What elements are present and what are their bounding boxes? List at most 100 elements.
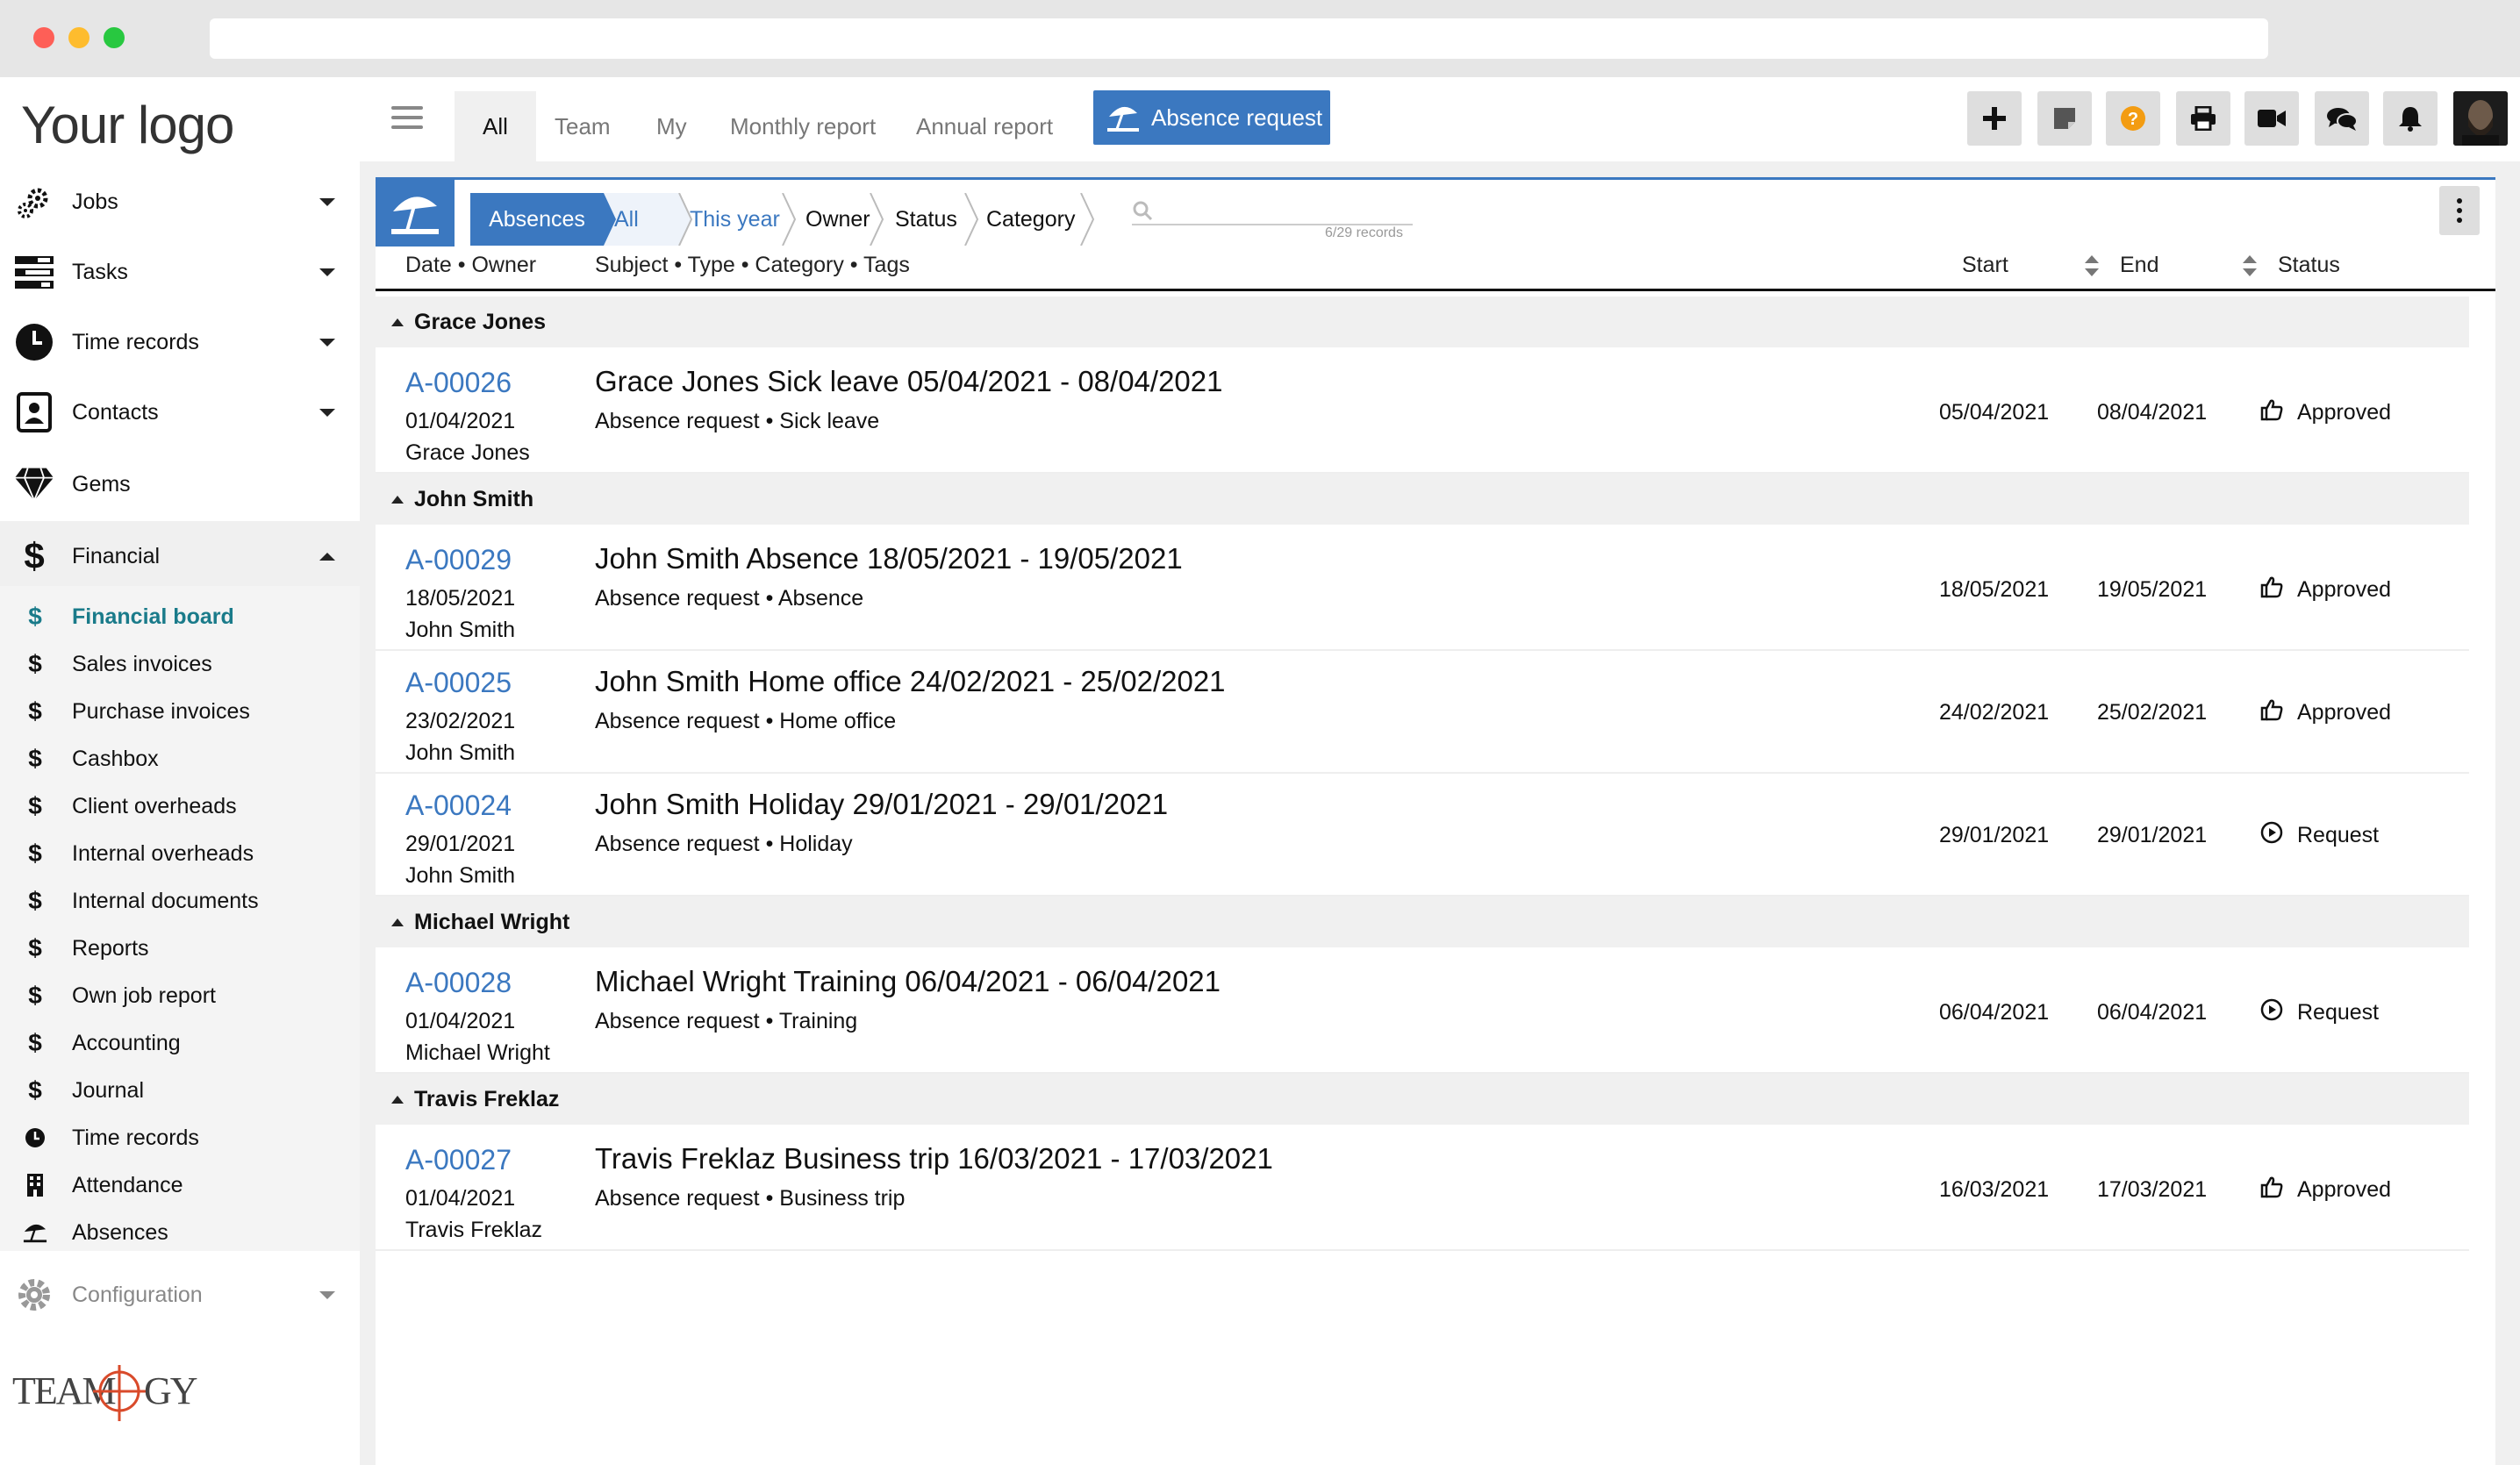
record-date: 01/04/2021 [405,1009,516,1033]
collapse-caret-icon[interactable] [391,918,404,926]
filter-module-absences[interactable]: Absences [470,193,604,246]
more-options-button[interactable] [2439,186,2480,235]
table-row[interactable]: A-00028 01/04/2021 Michael Wright Michael W… [376,951,2469,1074]
sidebar-subitem-reports[interactable]: $ Reports [0,925,360,972]
column-header-subject[interactable]: Subject • Type • Category • Tags [595,253,910,278]
minimize-window-icon[interactable] [68,27,89,48]
group-header[interactable]: John Smith [376,474,2469,525]
table-row[interactable]: A-00024 29/01/2021 John Smith John Smith Ho… [376,774,2469,897]
group-owner-name: John Smith [414,486,534,511]
group-header[interactable]: Travis Freklaz [376,1074,2469,1125]
record-id-link[interactable]: A-00024 [405,790,512,822]
tab-my[interactable]: My [656,91,687,161]
sort-icon[interactable] [2085,255,2099,276]
sidebar-subitem-internal-overheads[interactable]: $ Internal overheads [0,830,360,877]
record-subject[interactable]: John Smith Absence 18/05/2021 - 19/05/20… [595,542,1183,575]
column-header-end[interactable]: End [2120,253,2158,278]
record-id-link[interactable]: A-00028 [405,967,512,999]
sidebar-item-jobs[interactable]: Jobs [0,167,360,237]
filter-category[interactable]: Category [986,193,1075,246]
chat-button[interactable] [2315,91,2369,146]
sidebar-subitem-absences[interactable]: Absences [0,1209,360,1256]
sidebar-subitem-financial-board[interactable]: $ Financial board [0,593,360,640]
tab-team[interactable]: Team [555,91,611,161]
address-bar[interactable] [210,18,2268,59]
record-subject[interactable]: John Smith Holiday 29/01/2021 - 29/01/20… [595,788,1168,821]
record-subject[interactable]: Grace Jones Sick leave 05/04/2021 - 08/0… [595,365,1222,398]
sidebar-subitem-accounting[interactable]: $ Accounting [0,1019,360,1067]
table-row[interactable]: A-00025 23/02/2021 John Smith John Smith Ho… [376,651,2469,774]
record-subject[interactable]: Travis Freklaz Business trip 16/03/2021 … [595,1142,1273,1176]
table-row[interactable]: A-00026 01/04/2021 Grace Jones Grace Jones … [376,351,2469,474]
table-row[interactable]: A-00027 01/04/2021 Travis Freklaz Travis Fr… [376,1128,2469,1251]
column-header-status[interactable]: Status [2278,253,2340,278]
sidebar-subitem-internal-documents[interactable]: $ Internal documents [0,877,360,925]
collapse-caret-icon[interactable] [391,1095,404,1104]
record-type-category: Absence request • Holiday [595,832,853,856]
tab-annual-report[interactable]: Annual report [916,91,1053,161]
record-subject[interactable]: Michael Wright Training 06/04/2021 - 06/… [595,965,1221,998]
record-id-link[interactable]: A-00029 [405,544,512,576]
sidebar-item-configuration[interactable]: Configuration [0,1260,360,1330]
notes-button[interactable] [2037,91,2092,146]
sidebar-subitem-time-records[interactable]: Time records [0,1114,360,1161]
sidebar-subitem-label: Own job report [72,983,216,1008]
sort-icon[interactable] [2243,255,2257,276]
dollar-icon: $ [28,603,42,630]
avatar[interactable] [2453,91,2508,146]
absence-request-button[interactable]: Absence request [1093,90,1330,145]
sidebar-subitem-label: Attendance [72,1172,183,1197]
column-header-date-owner[interactable]: Date • Owner [405,253,536,278]
sidebar-subitem-journal[interactable]: $ Journal [0,1067,360,1114]
tab-all[interactable]: All [455,91,536,161]
teamogy-logo: TEAM GY [12,1358,214,1428]
sidebar-subitem-own-job-report[interactable]: $ Own job report [0,972,360,1019]
record-owner: John Smith [405,863,516,888]
thumbs-up-icon [2260,575,2283,598]
sidebar-subitem-purchase-invoices[interactable]: $ Purchase invoices [0,688,360,735]
column-header-start[interactable]: Start [1962,253,2008,278]
sidebar-item-time-records[interactable]: Time records [0,307,360,377]
notifications-button[interactable] [2383,91,2438,146]
collapse-caret-icon[interactable] [391,318,404,326]
group-header[interactable]: Michael Wright [376,897,2469,947]
help-button[interactable]: ? [2106,91,2160,146]
search-icon[interactable] [1132,200,1153,221]
tab-monthly-report[interactable]: Monthly report [730,91,876,161]
thumbs-up-icon [2260,698,2283,721]
video-icon [2258,109,2286,128]
sidebar-subitem-client-overheads[interactable]: $ Client overheads [0,783,360,830]
add-button[interactable] [1967,91,2022,146]
print-button[interactable] [2176,91,2230,146]
video-button[interactable] [2244,91,2299,146]
brand-logo[interactable]: Your logo [21,95,234,155]
record-id-link[interactable]: A-00025 [405,667,512,699]
sidebar-item-tasks[interactable]: Tasks [0,237,360,307]
sidebar-subitem-sales-invoices[interactable]: $ Sales invoices [0,640,360,688]
sidebar-item-financial[interactable]: $ Financial [0,521,360,591]
record-id-link[interactable]: A-00026 [405,367,512,399]
sidebar-item-label: Tasks [72,259,128,284]
diamond-icon [14,464,54,504]
table-row[interactable]: A-00029 18/05/2021 John Smith John Smith Ab… [376,528,2469,651]
help-icon: ? [2120,105,2146,132]
hamburger-menu-icon[interactable] [391,106,423,132]
close-window-icon[interactable] [33,27,54,48]
sidebar-item-gems[interactable]: Gems [0,449,360,519]
collapse-caret-icon[interactable] [391,495,404,504]
record-status: Approved [2297,400,2392,425]
filter-this-year[interactable]: This year [690,193,780,246]
sidebar-subitem-cashbox[interactable]: $ Cashbox [0,735,360,783]
chevron-down-icon [319,197,335,206]
record-end-date: 25/02/2021 [2097,700,2208,725]
filter-owner[interactable]: Owner [805,193,870,246]
record-id-link[interactable]: A-00027 [405,1144,512,1176]
sidebar-item-contacts[interactable]: Contacts [0,377,360,447]
group-header[interactable]: Grace Jones [376,297,2469,347]
contacts-icon [14,392,54,432]
maximize-window-icon[interactable] [104,27,125,48]
filter-all[interactable]: All [614,193,639,246]
filter-status[interactable]: Status [895,193,957,246]
sidebar-subitem-attendance[interactable]: Attendance [0,1161,360,1209]
record-subject[interactable]: John Smith Home office 24/02/2021 - 25/0… [595,665,1226,698]
